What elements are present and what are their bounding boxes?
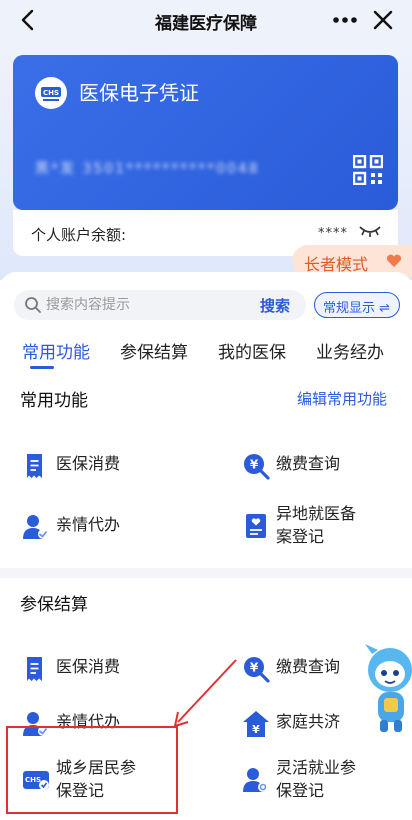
item-label: 医保消费: [56, 454, 121, 473]
tab-bar: 常用功能 参保结算 我的医保 业务经办: [0, 332, 412, 378]
item-label: 医保消费: [56, 657, 121, 676]
qr-code-icon[interactable]: [353, 155, 383, 185]
tab-insurance-settlement[interactable]: 参保结算: [120, 338, 188, 363]
display-mode-label: 常规显示 ⇌: [323, 301, 391, 316]
item-medical-consumption[interactable]: 医保消费: [22, 452, 192, 498]
highlight-box: [6, 726, 178, 814]
item-label-line2: 保登记: [276, 781, 325, 800]
svg-text:¥: ¥: [250, 661, 259, 675]
card-id-masked: 黑*发 3501**********0048: [35, 161, 260, 177]
balance-label: 个人账户余额:: [31, 226, 127, 244]
item-label: 缴费查询: [276, 454, 341, 473]
item-flexible-employment-registration[interactable]: 灵活就业参 保登记: [242, 756, 392, 802]
eye-closed-icon[interactable]: [359, 224, 381, 238]
section-title-common: 常用功能: [20, 391, 88, 411]
item-label: 家庭共济: [276, 712, 341, 731]
medical-insurance-card[interactable]: CHS 医保电子凭证 黑*发 3501**********0048: [13, 55, 398, 210]
receipt-icon: [27, 454, 42, 478]
item-label-line1: 异地就医备: [276, 504, 357, 523]
svg-text:¥: ¥: [252, 723, 260, 736]
search-bar: 搜索: [14, 290, 306, 320]
section-title-insurance: 参保结算: [20, 595, 88, 615]
receipt-icon: [27, 657, 42, 681]
heart-icon: [386, 254, 402, 267]
item-family-mutual-aid[interactable]: ¥ 家庭共济: [242, 710, 362, 756]
item-payment-query-2[interactable]: ¥ 缴费查询: [242, 655, 362, 701]
close-icon[interactable]: [370, 7, 396, 33]
user-proxy-icon: [23, 515, 48, 539]
yuan-search-icon: ¥: [244, 657, 270, 683]
tab-business-handling[interactable]: 业务经办: [316, 338, 384, 363]
search-input[interactable]: [46, 293, 246, 317]
item-label: 亲情代办: [56, 515, 121, 534]
chs-logo: CHS: [35, 77, 67, 109]
display-mode-toggle[interactable]: 常规显示 ⇌: [314, 292, 400, 318]
section-divider: [0, 568, 412, 578]
svg-text:¥: ¥: [250, 458, 259, 472]
item-family-proxy[interactable]: 亲情代办: [22, 513, 192, 559]
search-button[interactable]: 搜索: [260, 295, 290, 316]
edit-common-functions-link[interactable]: 编辑常用功能: [297, 388, 387, 409]
item-label: 缴费查询: [276, 657, 341, 676]
tab-my-medical-insurance[interactable]: 我的医保: [218, 338, 286, 363]
item-medical-consumption-2[interactable]: 医保消费: [22, 655, 192, 701]
mascot-icon[interactable]: [360, 640, 412, 735]
balance-value: ****: [318, 226, 348, 241]
svg-text:CHS: CHS: [43, 89, 59, 97]
yuan-search-icon: ¥: [244, 454, 270, 480]
family-yuan-icon: ¥: [243, 711, 269, 737]
active-tab-indicator: [30, 366, 54, 369]
top-bar: 福建医疗保障: [0, 0, 412, 40]
card-title: 医保电子凭证: [79, 81, 199, 105]
tab-common-functions[interactable]: 常用功能: [22, 338, 90, 363]
heart-doc-icon: [246, 514, 266, 538]
search-icon: [25, 297, 41, 313]
item-label-line2: 案登记: [276, 527, 325, 546]
more-dots-icon[interactable]: [330, 8, 360, 32]
item-remote-medical-registration[interactable]: 异地就医备 案登记: [242, 502, 402, 548]
user-settings-icon: [243, 768, 268, 792]
item-payment-query[interactable]: ¥ 缴费查询: [242, 452, 402, 498]
item-label-line1: 灵活就业参: [276, 758, 357, 777]
